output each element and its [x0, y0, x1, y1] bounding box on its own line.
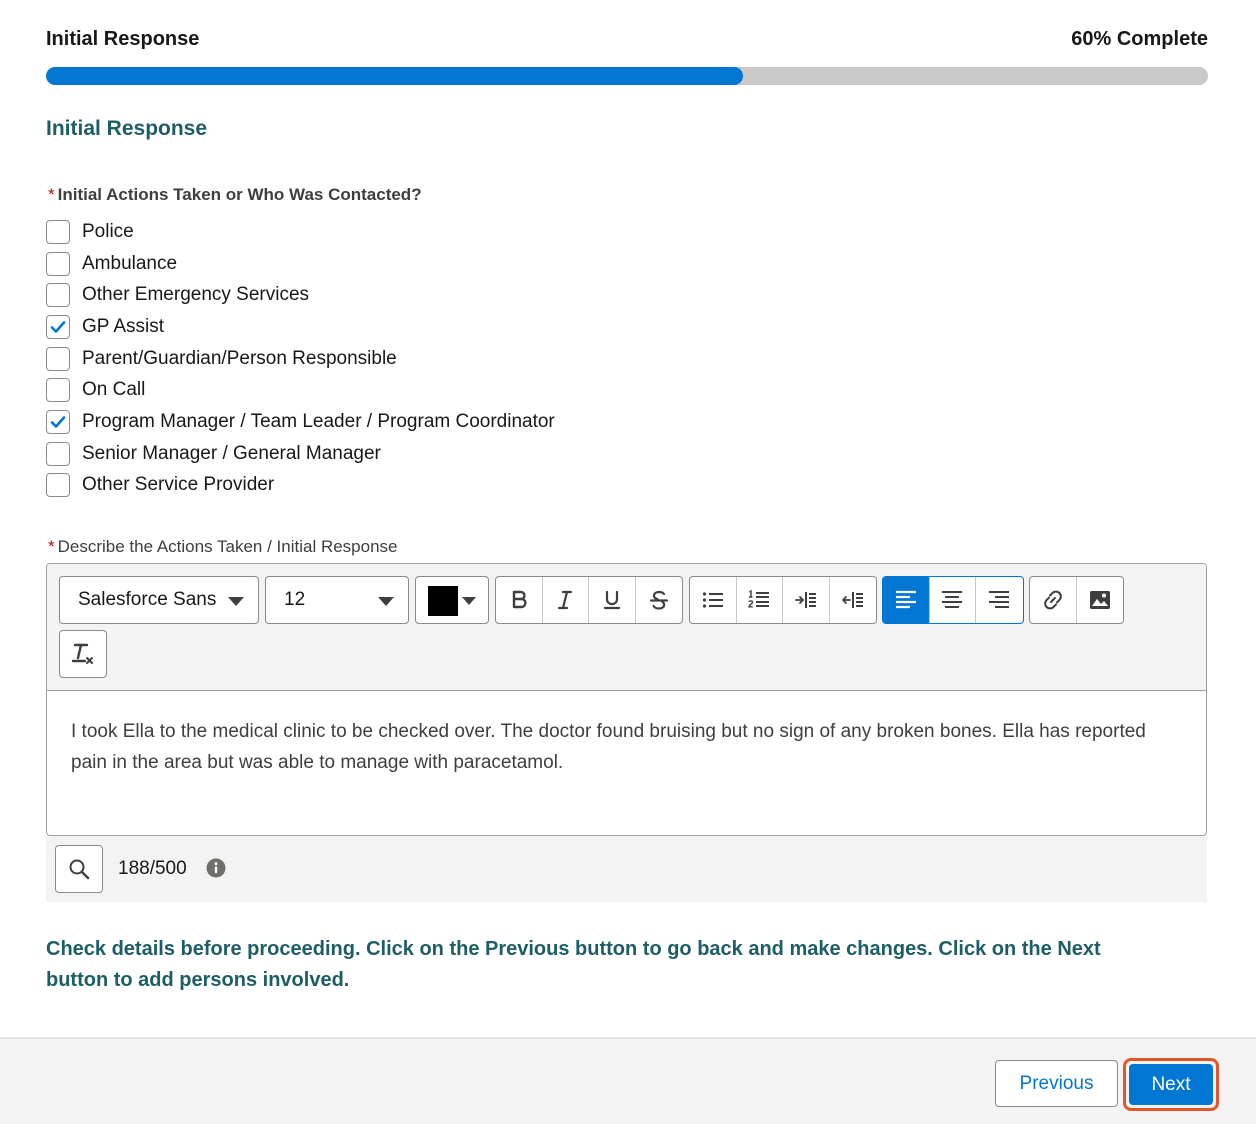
progress-bar-fill	[46, 67, 744, 85]
italic-icon	[558, 590, 573, 610]
insert-link-button[interactable]	[1030, 577, 1077, 623]
checkbox-group: Police Ambulance Other Emergency Service…	[46, 216, 555, 501]
strikethrough-icon	[649, 590, 668, 610]
section-title: Initial Response	[46, 117, 208, 140]
chevron-down-icon	[378, 597, 394, 606]
next-button[interactable]: Next	[1129, 1064, 1213, 1105]
previous-button[interactable]: Previous	[995, 1060, 1118, 1107]
checkbox[interactable]	[46, 346, 70, 371]
font-size-select[interactable]: 12	[265, 576, 409, 624]
text-style-group	[495, 576, 683, 624]
checkbox[interactable]	[46, 378, 70, 403]
strikethrough-button[interactable]	[636, 577, 683, 623]
required-mark: *	[48, 537, 55, 556]
checkbox-option[interactable]: On Call	[46, 374, 555, 406]
instruction-text: Check details before proceeding. Click o…	[46, 938, 1101, 991]
checkbox[interactable]	[46, 251, 70, 276]
checkbox-label: Parent/Guardian/Person Responsible	[82, 347, 397, 369]
chevron-down-icon	[228, 597, 244, 606]
italic-button[interactable]	[543, 577, 589, 623]
search-button[interactable]	[55, 845, 103, 893]
question-label: * Initial Actions Taken or Who Was Contac…	[48, 185, 422, 205]
checkbox-label: Program Manager / Team Leader / Program …	[82, 410, 555, 432]
insert-group	[1029, 576, 1124, 624]
editor-toolbar: Salesforce Sans 12	[47, 564, 1206, 691]
underline-button[interactable]	[589, 577, 636, 623]
font-family-select[interactable]: Salesforce Sans	[59, 576, 259, 624]
progress-bar	[46, 67, 1208, 85]
insert-image-button[interactable]	[1077, 577, 1124, 623]
align-center-icon	[942, 591, 963, 608]
font-size-value: 12	[284, 589, 306, 610]
list-indent-group	[689, 576, 877, 624]
checkbox-option[interactable]: Other Emergency Services	[46, 279, 555, 311]
color-swatch	[428, 586, 458, 616]
image-icon	[1089, 591, 1110, 609]
numbered-list-icon	[748, 589, 770, 608]
progress-title: Initial Response	[46, 28, 200, 50]
description-label: * Describe the Actions Taken / Initial Re…	[48, 537, 398, 557]
outdent-icon	[841, 592, 863, 608]
checkbox-label: Other Service Provider	[82, 474, 275, 496]
rich-text-editor: Salesforce Sans 12 I took Ella to the me…	[46, 563, 1207, 836]
search-icon	[69, 859, 90, 880]
clear-formatting-button[interactable]	[59, 630, 107, 678]
indent-icon	[794, 592, 816, 608]
bold-button[interactable]	[496, 577, 543, 623]
indent-button[interactable]	[783, 577, 830, 623]
checkbox-option[interactable]: Ambulance	[46, 248, 555, 280]
checkmark-icon	[50, 416, 66, 428]
navigation-footer: Previous Next	[0, 1037, 1256, 1124]
font-family-value: Salesforce Sans	[78, 589, 217, 610]
checkbox-label: Ambulance	[82, 252, 178, 274]
align-center-button[interactable]	[930, 577, 976, 623]
align-left-icon	[895, 590, 916, 609]
align-right-icon	[989, 591, 1010, 608]
align-left-button[interactable]	[883, 577, 930, 623]
checkbox[interactable]	[46, 473, 70, 498]
progress-header: Initial Response 60% Complete	[46, 28, 1208, 54]
info-icon[interactable]	[206, 858, 226, 883]
checkbox[interactable]	[46, 441, 70, 466]
checkbox-label: Other Emergency Services	[82, 284, 310, 306]
alignment-group	[882, 576, 1024, 624]
checkbox[interactable]	[46, 219, 70, 244]
align-right-button[interactable]	[976, 577, 1023, 623]
next-button-focus-ring: Next	[1123, 1058, 1219, 1111]
checkbox-label: GP Assist	[82, 315, 165, 337]
description-label-text: Describe the Actions Taken / Initial Res…	[57, 537, 398, 556]
question-text: Initial Actions Taken or Who Was Contact…	[57, 185, 422, 204]
checkbox-option[interactable]: Program Manager / Team Leader / Program …	[46, 406, 555, 438]
checkbox-label: On Call	[82, 379, 146, 401]
checkmark-icon	[50, 321, 66, 333]
numbered-list-button[interactable]	[737, 577, 783, 623]
checkbox-option[interactable]: Police	[46, 216, 555, 248]
checkbox-option[interactable]: Other Service Provider	[46, 470, 555, 502]
checkbox[interactable]	[46, 283, 70, 308]
checkbox[interactable]	[46, 314, 70, 339]
checkbox-label: Senior Manager / General Manager	[82, 442, 381, 464]
outdent-button[interactable]	[830, 577, 877, 623]
bulleted-list-button[interactable]	[690, 577, 737, 623]
link-icon	[1043, 590, 1062, 610]
bulleted-list-icon	[702, 592, 723, 608]
required-mark: *	[48, 185, 55, 204]
clear-formatting-icon	[71, 643, 93, 664]
chevron-down-icon	[462, 597, 476, 605]
checkbox-option[interactable]: Senior Manager / General Manager	[46, 438, 555, 470]
progress-percent: 60% Complete	[1071, 28, 1208, 50]
checkbox-option[interactable]: GP Assist	[46, 311, 555, 343]
character-count: 188/500	[118, 858, 187, 879]
bold-icon	[512, 590, 527, 609]
editor-footer: 188/500	[46, 836, 1207, 902]
editor-content[interactable]: I took Ella to the medical clinic to be …	[71, 716, 1151, 778]
underline-icon	[603, 590, 620, 610]
checkbox[interactable]	[46, 409, 70, 434]
text-color-picker[interactable]	[415, 576, 489, 624]
checkbox-label: Police	[82, 220, 134, 242]
checkbox-option[interactable]: Parent/Guardian/Person Responsible	[46, 343, 555, 375]
